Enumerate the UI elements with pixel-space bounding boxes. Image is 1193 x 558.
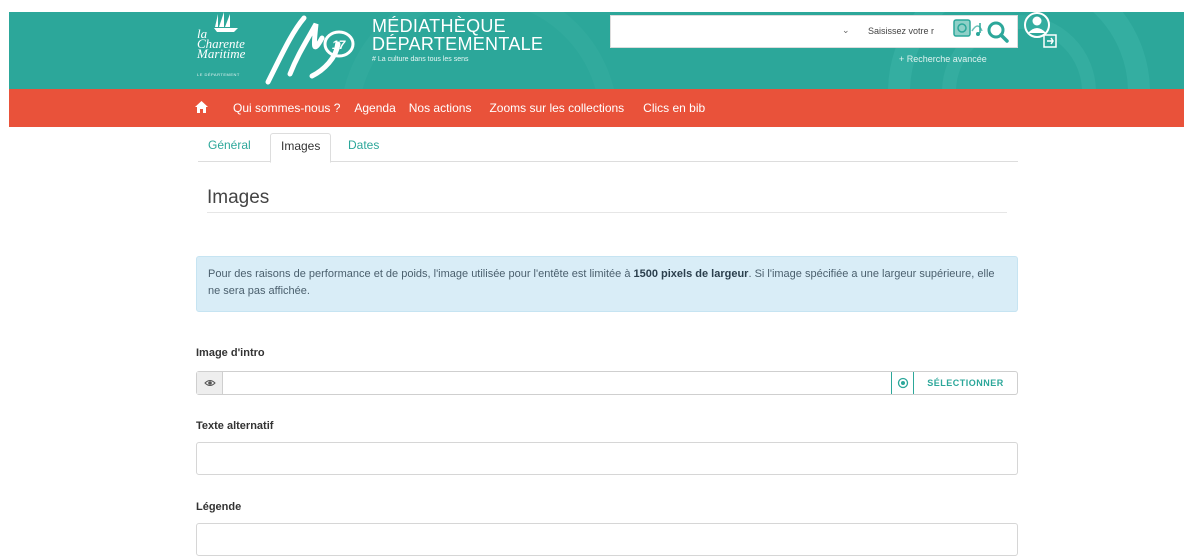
nav-item-zooms-collections[interactable]: Zooms sur les collections (489, 101, 624, 115)
section-title: Images (207, 187, 270, 208)
site-tagline: # La culture dans tous les sens (372, 56, 469, 63)
site-title-line1: MÉDIATHÈQUE (372, 16, 506, 36)
chevron-down-icon[interactable]: ⌄ (842, 25, 850, 36)
intro-image-field: SÉLECTIONNER (196, 371, 1018, 395)
main-navigation: Qui sommes-nous ? Agenda Nos actions Zoo… (9, 89, 1184, 127)
search-button-icon[interactable] (950, 17, 1016, 47)
nav-item-qui-sommes-nous[interactable]: Qui sommes-nous ? (233, 101, 340, 115)
search-input[interactable]: Saisissez votre r (868, 26, 946, 36)
logo-cm-line3: Maritime (197, 46, 246, 61)
eye-icon (204, 380, 216, 386)
search-bar: ⌄ Saisissez votre r (610, 15, 1018, 48)
tab-bar: Général Images Dates (198, 133, 1018, 163)
tab-dates[interactable]: Dates (338, 133, 389, 162)
site-title-line2: DÉPARTEMENTALE (372, 34, 544, 54)
select-button[interactable]: SÉLECTIONNER (913, 372, 1017, 394)
svg-text:17: 17 (332, 38, 347, 52)
select-icon-button[interactable] (891, 372, 913, 394)
info-text-pre: Pour des raisons de performance et de po… (208, 268, 634, 280)
alt-text-label: Texte alternatif (196, 420, 274, 432)
tab-general[interactable]: Général (198, 133, 261, 162)
intro-image-label: Image d'intro (196, 347, 265, 359)
logo-cm-sub: LE DÉPARTEMENT (197, 72, 240, 77)
user-login-icon[interactable] (1022, 10, 1058, 50)
info-alert: Pour des raisons de performance et de po… (196, 256, 1018, 312)
nav-item-nos-actions[interactable]: Nos actions (409, 101, 472, 115)
info-text-bold: 1500 pixels de largeur (633, 268, 749, 280)
preview-button[interactable] (197, 372, 223, 394)
charente-maritime-logo[interactable]: la Charente Maritime LE DÉPARTEMENT (197, 12, 257, 89)
target-icon (897, 377, 909, 389)
nav-item-agenda[interactable]: Agenda (354, 101, 395, 115)
divider (207, 212, 1007, 213)
home-icon[interactable] (195, 101, 208, 113)
alt-text-input[interactable] (196, 442, 1018, 475)
advanced-search-link[interactable]: + Recherche avancée (899, 54, 987, 64)
caption-label: Légende (196, 501, 242, 513)
nav-item-clics-en-bib[interactable]: Clics en bib (643, 101, 705, 115)
caption-input[interactable] (196, 523, 1018, 556)
tab-images[interactable]: Images (270, 133, 332, 163)
md17-logo[interactable]: 17 (262, 14, 362, 86)
